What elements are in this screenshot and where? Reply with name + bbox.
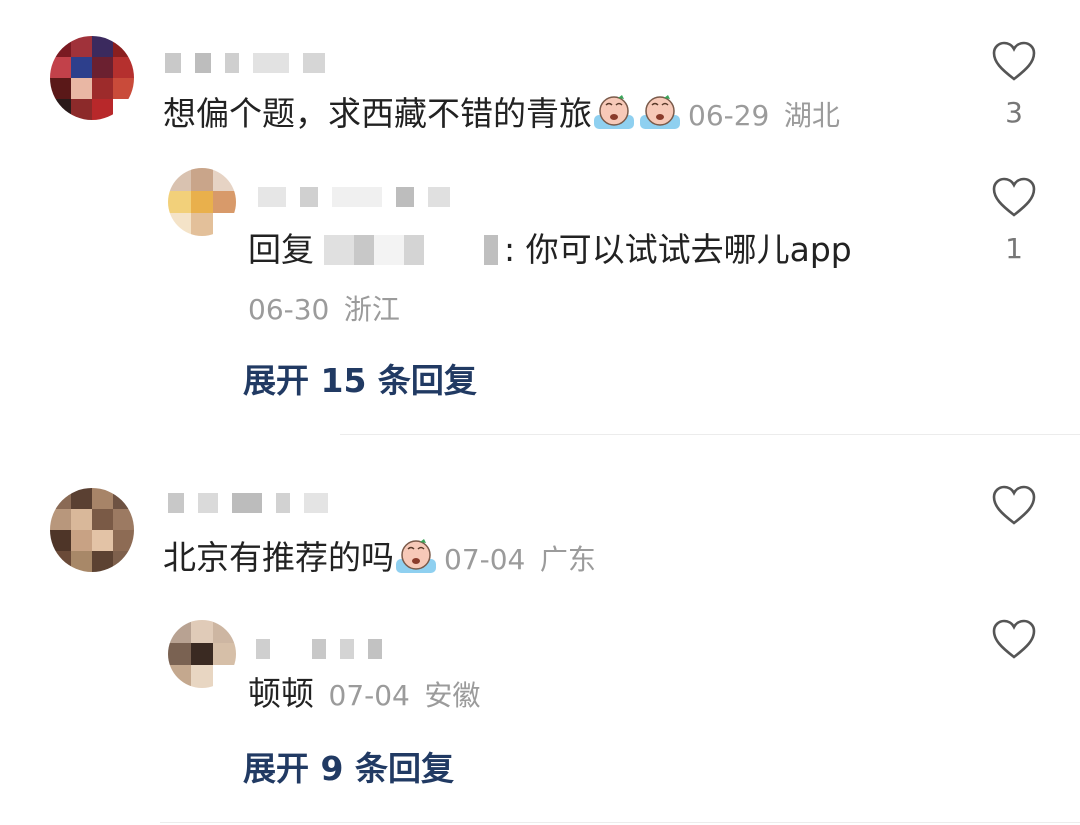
comment-location: 湖北 bbox=[783, 99, 840, 132]
crying-emoji-icon bbox=[640, 95, 680, 129]
avatar[interactable] bbox=[168, 620, 236, 688]
username-blurred[interactable] bbox=[256, 638, 382, 660]
reply-location: 安徽 bbox=[424, 679, 481, 712]
mention-blurred[interactable] bbox=[314, 235, 504, 265]
comment-body: 想偏个题，求西藏不错的青旅 bbox=[163, 94, 592, 133]
comment-text: 北京有推荐的吗 07-04 广东 bbox=[163, 538, 596, 580]
reply-meta: 06-30 浙江 bbox=[248, 288, 400, 330]
like-heart-icon[interactable] bbox=[991, 40, 1037, 82]
divider bbox=[340, 434, 1080, 435]
reply-date: 07-04 bbox=[328, 679, 410, 712]
avatar[interactable] bbox=[168, 168, 236, 236]
reply-body: 顿顿 bbox=[248, 674, 314, 713]
crying-emoji-icon bbox=[594, 95, 634, 129]
avatar[interactable] bbox=[50, 488, 134, 572]
reply-text: 回复 : 你可以试试去哪儿app bbox=[248, 230, 852, 270]
divider bbox=[160, 822, 1080, 823]
reply-prefix: 回复 bbox=[248, 230, 314, 269]
comment-body: 北京有推荐的吗 bbox=[163, 538, 394, 577]
avatar[interactable] bbox=[50, 36, 134, 120]
username-blurred[interactable] bbox=[168, 492, 328, 514]
expand-replies-button[interactable]: 展开 9 条回复 bbox=[243, 742, 454, 790]
comment-text: 想偏个题，求西藏不错的青旅 06-29 湖北 bbox=[163, 94, 840, 136]
like-count: 3 bbox=[1005, 96, 1023, 129]
comment-date: 07-04 bbox=[444, 543, 526, 576]
comment-date: 06-29 bbox=[688, 99, 770, 132]
expand-replies-button[interactable]: 展开 15 条回复 bbox=[243, 354, 477, 402]
reply-date: 06-30 bbox=[248, 293, 330, 326]
crying-emoji-icon bbox=[396, 539, 436, 573]
like-heart-icon[interactable] bbox=[991, 618, 1037, 660]
username-blurred[interactable] bbox=[258, 186, 450, 208]
like-heart-icon[interactable] bbox=[991, 176, 1037, 218]
username-blurred[interactable] bbox=[165, 52, 325, 74]
reply-body: : 你可以试试去哪儿app bbox=[504, 230, 852, 269]
reply-text: 顿顿 07-04 安徽 bbox=[248, 674, 480, 716]
comment-location: 广东 bbox=[539, 543, 596, 576]
like-count: 1 bbox=[1005, 232, 1023, 265]
like-heart-icon[interactable] bbox=[991, 484, 1037, 526]
reply-location: 浙江 bbox=[343, 293, 400, 326]
